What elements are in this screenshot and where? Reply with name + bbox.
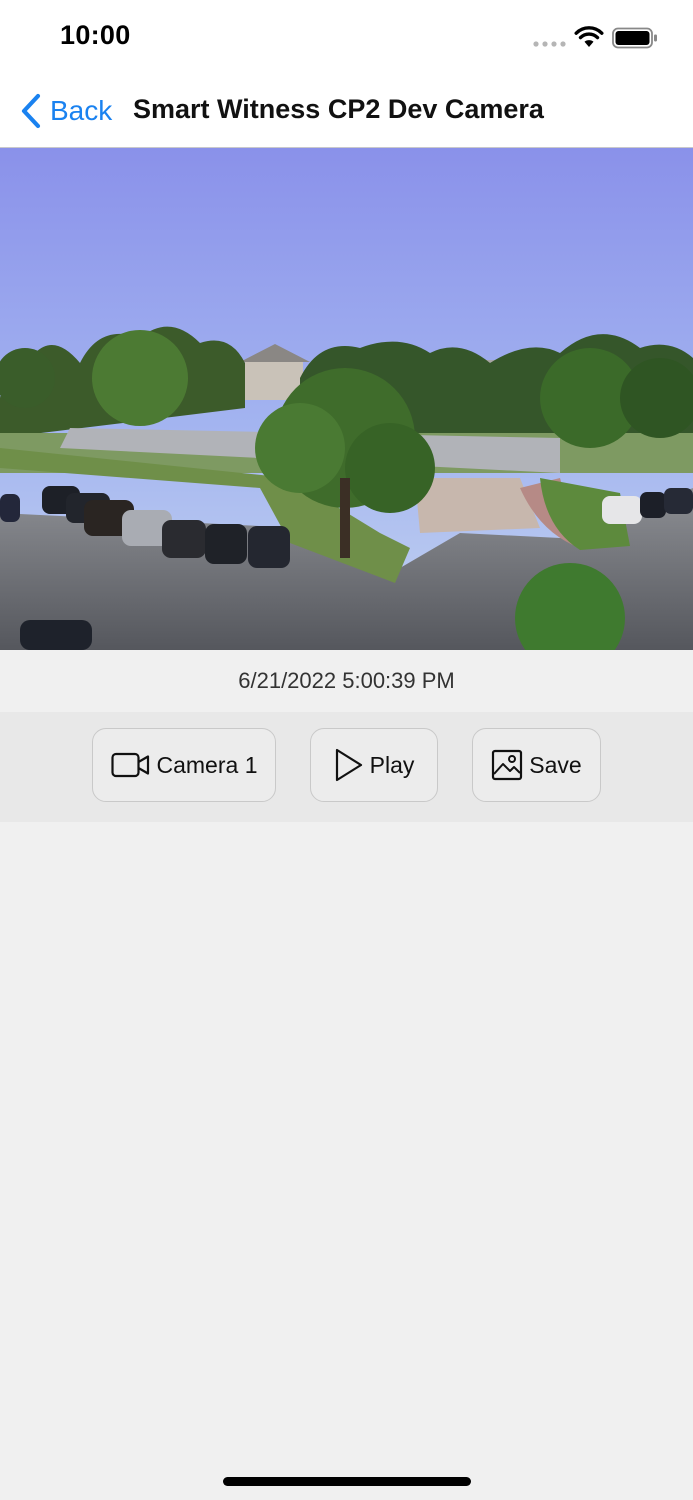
navigation-bar: Back Smart Witness CP2 Dev Camera: [0, 76, 693, 148]
status-bar: 10:00: [0, 0, 693, 76]
camera-snapshot: [0, 148, 693, 650]
camera-image: [0, 148, 693, 650]
chevron-left-icon: [21, 93, 41, 129]
video-camera-icon: [110, 752, 149, 778]
back-label: Back: [50, 95, 113, 126]
wifi-icon: [574, 26, 604, 47]
status-time: 10:00: [60, 20, 131, 50]
camera-select-label: Camera 1: [156, 751, 258, 778]
play-button[interactable]: Play: [310, 728, 438, 802]
camera-select-button[interactable]: Camera 1: [92, 728, 276, 802]
image-icon: [492, 749, 523, 781]
signal-icon: [533, 41, 566, 47]
save-label: Save: [529, 751, 582, 778]
home-indicator[interactable]: [223, 1477, 471, 1486]
play-label: Play: [369, 751, 415, 778]
save-button[interactable]: Save: [472, 728, 601, 802]
play-icon: [335, 748, 362, 782]
back-button[interactable]: Back: [18, 90, 112, 132]
page-title: Smart Witness CP2 Dev Camera: [133, 94, 544, 124]
snapshot-timestamp: 6/21/2022 5:00:39 PM: [0, 650, 693, 712]
battery-icon: [612, 27, 657, 49]
action-toolbar: Camera 1 Play Save: [0, 712, 693, 822]
